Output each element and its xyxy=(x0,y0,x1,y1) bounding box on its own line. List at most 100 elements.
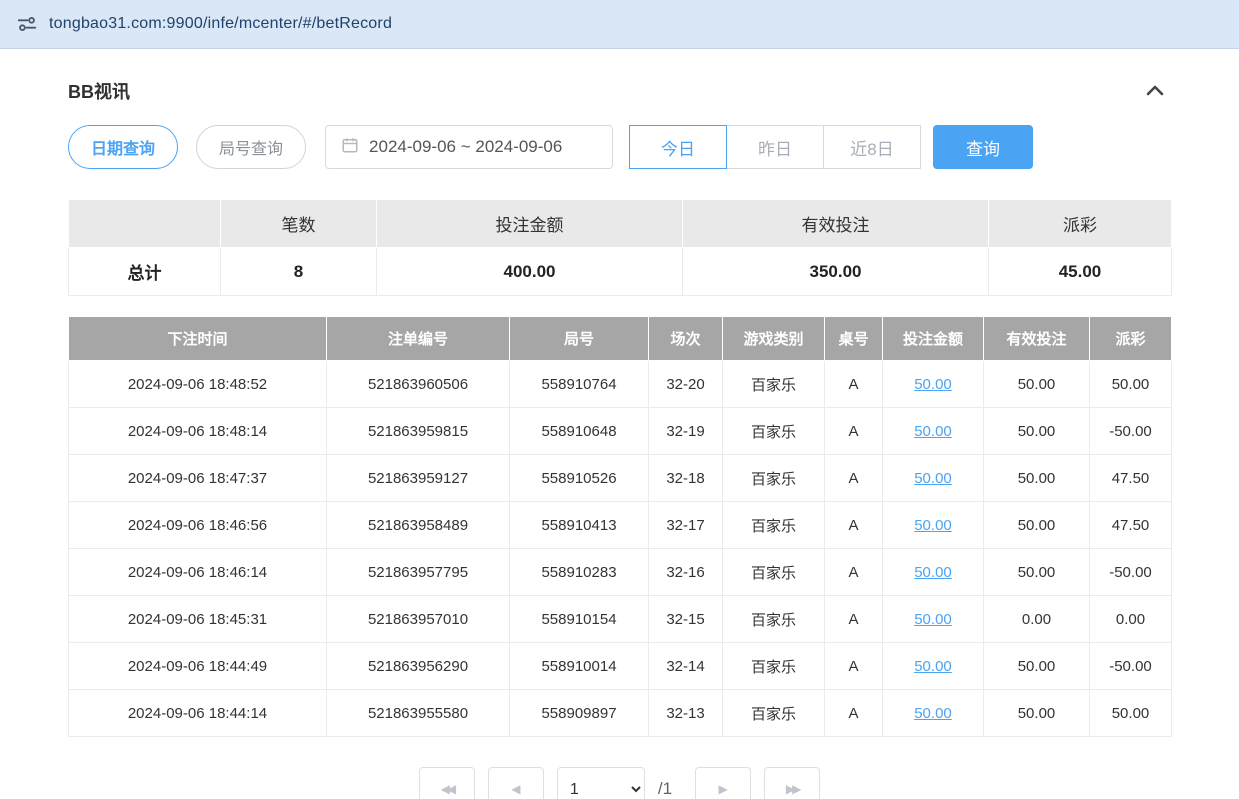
bet-amount-link[interactable]: 50.00 xyxy=(914,470,952,487)
session-cell: 32-14 xyxy=(649,643,723,690)
bet-amount-cell: 50.00 xyxy=(883,690,984,737)
bet-time-cell: 2024-09-06 18:48:14 xyxy=(69,408,327,455)
payout-cell: -50.00 xyxy=(1090,643,1172,690)
next-page-icon: ▶ xyxy=(718,782,727,796)
order-no-cell: 521863957795 xyxy=(327,549,510,596)
round-query-tab[interactable]: 局号查询 xyxy=(196,125,306,169)
date-query-tab[interactable]: 日期查询 xyxy=(68,125,178,169)
bet-time-cell: 2024-09-06 18:46:56 xyxy=(69,502,327,549)
bet-amount-cell: 50.00 xyxy=(883,408,984,455)
quick-today-button[interactable]: 今日 xyxy=(629,125,727,169)
page-title: BB视讯 xyxy=(68,78,130,104)
session-cell: 32-13 xyxy=(649,690,723,737)
table-row: 2024-09-06 18:44:14 521863955580 5589098… xyxy=(69,690,1172,737)
round-no-cell: 558910413 xyxy=(510,502,649,549)
game-type-cell: 百家乐 xyxy=(723,455,825,502)
quick-last8days-button[interactable]: 近8日 xyxy=(823,125,921,169)
header-bet-amount: 投注金额 xyxy=(883,317,984,361)
bet-amount-link[interactable]: 50.00 xyxy=(914,705,952,722)
payout-cell: 50.00 xyxy=(1090,690,1172,737)
last-page-button[interactable]: ▶▶ xyxy=(764,767,820,799)
bet-amount-cell: 50.00 xyxy=(883,361,984,408)
prev-page-button[interactable]: ◀ xyxy=(488,767,544,799)
valid-bet-cell: 50.00 xyxy=(984,643,1090,690)
order-no-cell: 521863960506 xyxy=(327,361,510,408)
valid-bet-cell: 50.00 xyxy=(984,549,1090,596)
bet-record-page: BB视讯 日期查询 局号查询 xyxy=(0,49,1239,799)
bet-amount-link[interactable]: 50.00 xyxy=(914,611,952,628)
browser-url-bar: tongbao31.com:9900/infe/mcenter/#/betRec… xyxy=(0,0,1239,49)
summary-total-bet-amount: 400.00 xyxy=(377,248,683,296)
first-page-button[interactable]: ◀◀ xyxy=(419,767,475,799)
round-no-cell: 558910648 xyxy=(510,408,649,455)
payout-cell: 47.50 xyxy=(1090,455,1172,502)
valid-bet-cell: 50.00 xyxy=(984,502,1090,549)
payout-cell: 47.50 xyxy=(1090,502,1172,549)
order-no-cell: 521863959815 xyxy=(327,408,510,455)
round-no-cell: 558910526 xyxy=(510,455,649,502)
bet-amount-link[interactable]: 50.00 xyxy=(914,564,952,581)
table-row: 2024-09-06 18:46:14 521863957795 5589102… xyxy=(69,549,1172,596)
order-no-cell: 521863959127 xyxy=(327,455,510,502)
table-no-cell: A xyxy=(825,549,883,596)
header-session: 场次 xyxy=(649,317,723,361)
round-no-cell: 558910764 xyxy=(510,361,649,408)
summary-total-count: 8 xyxy=(221,248,377,296)
round-no-cell: 558910154 xyxy=(510,596,649,643)
panel-header: BB视讯 xyxy=(68,61,1171,125)
table-row: 2024-09-06 18:48:52 521863960506 5589107… xyxy=(69,361,1172,408)
bet-record-table: 下注时间 注单编号 局号 场次 游戏类别 桌号 投注金额 有效投注 派彩 202… xyxy=(68,316,1172,737)
bet-time-cell: 2024-09-06 18:48:52 xyxy=(69,361,327,408)
table-no-cell: A xyxy=(825,455,883,502)
round-no-cell: 558910283 xyxy=(510,549,649,596)
summary-table: 笔数 投注金额 有效投注 派彩 总计 8 400.00 350.00 45.00 xyxy=(68,199,1172,296)
page-select[interactable]: 1 xyxy=(557,767,645,799)
valid-bet-cell: 50.00 xyxy=(984,690,1090,737)
address-bar-url[interactable]: tongbao31.com:9900/infe/mcenter/#/betRec… xyxy=(49,15,392,33)
game-type-cell: 百家乐 xyxy=(723,596,825,643)
session-cell: 32-16 xyxy=(649,549,723,596)
order-no-cell: 521863957010 xyxy=(327,596,510,643)
table-no-cell: A xyxy=(825,690,883,737)
valid-bet-cell: 50.00 xyxy=(984,408,1090,455)
site-settings-icon[interactable] xyxy=(16,13,38,35)
summary-total-valid-bet: 350.00 xyxy=(683,248,989,296)
bet-amount-link[interactable]: 50.00 xyxy=(914,376,952,393)
quick-yesterday-button[interactable]: 昨日 xyxy=(726,125,824,169)
header-game-type: 游戏类别 xyxy=(723,317,825,361)
summary-header-bet-amount: 投注金额 xyxy=(377,200,683,248)
game-type-cell: 百家乐 xyxy=(723,549,825,596)
prev-page-icon: ◀ xyxy=(511,782,520,796)
payout-cell: -50.00 xyxy=(1090,408,1172,455)
summary-header-blank xyxy=(69,200,221,248)
collapse-panel-button[interactable] xyxy=(1139,75,1171,107)
valid-bet-cell: 50.00 xyxy=(984,361,1090,408)
search-button[interactable]: 查询 xyxy=(933,125,1033,169)
quick-date-group: 今日 昨日 近8日 xyxy=(629,125,921,169)
game-type-cell: 百家乐 xyxy=(723,643,825,690)
chevron-up-icon xyxy=(1143,91,1167,106)
date-range-picker[interactable]: 2024-09-06 ~ 2024-09-06 xyxy=(325,125,613,169)
bet-amount-link[interactable]: 50.00 xyxy=(914,658,952,675)
table-no-cell: A xyxy=(825,408,883,455)
game-type-cell: 百家乐 xyxy=(723,502,825,549)
round-no-cell: 558909897 xyxy=(510,690,649,737)
bet-amount-link[interactable]: 50.00 xyxy=(914,423,952,440)
session-cell: 32-19 xyxy=(649,408,723,455)
session-cell: 32-15 xyxy=(649,596,723,643)
bet-amount-link[interactable]: 50.00 xyxy=(914,517,952,534)
summary-total-label: 总计 xyxy=(69,248,221,296)
bet-amount-cell: 50.00 xyxy=(883,643,984,690)
next-page-button[interactable]: ▶ xyxy=(695,767,751,799)
game-type-cell: 百家乐 xyxy=(723,361,825,408)
game-type-cell: 百家乐 xyxy=(723,690,825,737)
summary-header-row: 笔数 投注金额 有效投注 派彩 xyxy=(69,200,1172,248)
order-no-cell: 521863955580 xyxy=(327,690,510,737)
pagination: ◀◀ ◀ 1 /1 ▶ ▶▶ xyxy=(68,767,1171,799)
table-row: 2024-09-06 18:48:14 521863959815 5589106… xyxy=(69,408,1172,455)
header-table-no: 桌号 xyxy=(825,317,883,361)
bet-time-cell: 2024-09-06 18:47:37 xyxy=(69,455,327,502)
first-page-icon: ◀◀ xyxy=(441,782,453,796)
header-valid-bet: 有效投注 xyxy=(984,317,1090,361)
round-no-cell: 558910014 xyxy=(510,643,649,690)
